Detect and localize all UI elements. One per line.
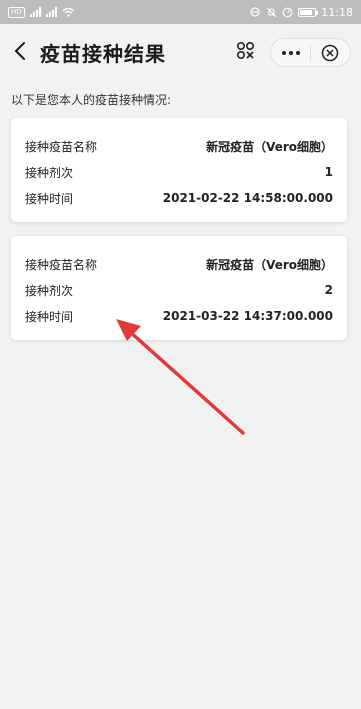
page-title: 疫苗接种结果 xyxy=(40,42,166,66)
intro-text: 以下是您本人的疫苗接种情况: xyxy=(11,93,172,107)
chevron-left-icon[interactable] xyxy=(10,40,32,62)
nfc-icon xyxy=(250,7,260,17)
vaccine-name-value: 新冠疫苗（Vero细胞） xyxy=(206,139,333,154)
hd-icon: HD xyxy=(8,6,25,18)
signal-icon-2 xyxy=(45,7,57,17)
battery-icon xyxy=(298,7,319,17)
mini-program-capsule xyxy=(270,38,351,67)
dose-row: 接种剂次 1 xyxy=(25,163,333,181)
status-right: 11:18 xyxy=(249,6,353,19)
close-circle-icon[interactable] xyxy=(311,39,350,66)
data-saver-icon xyxy=(282,7,293,17)
dose-label: 接种剂次 xyxy=(25,165,74,180)
vaccination-time-label: 接种时间 xyxy=(25,191,74,206)
status-left: HD xyxy=(8,6,75,18)
vaccination-record-card: 接种疫苗名称 新冠疫苗（Vero细胞） 接种剂次 2 接种时间 2021-03-… xyxy=(11,236,347,340)
signal-icon xyxy=(29,7,41,17)
wifi-icon xyxy=(62,7,75,17)
vaccination-record-card: 接种疫苗名称 新冠疫苗（Vero细胞） 接种剂次 1 接种时间 2021-02-… xyxy=(11,118,347,222)
status-bar: HD 11:18 xyxy=(0,0,361,24)
status-time: 11:18 xyxy=(321,5,353,19)
vaccine-name-label: 接种疫苗名称 xyxy=(25,257,98,272)
vaccination-time-label: 接种时间 xyxy=(25,309,74,324)
nav-bar: 疫苗接种结果 xyxy=(0,24,361,80)
vaccine-name-row: 接种疫苗名称 新冠疫苗（Vero细胞） xyxy=(25,137,333,155)
dose-value: 2 xyxy=(324,283,333,297)
dose-row: 接种剂次 2 xyxy=(25,281,333,299)
vaccination-time-value: 2021-03-22 14:37:00.000 xyxy=(162,309,333,323)
vaccination-time-value: 2021-02-22 14:58:00.000 xyxy=(162,191,333,205)
more-dots-icon[interactable] xyxy=(271,39,310,66)
dose-value: 1 xyxy=(324,165,333,179)
vaccination-time-row: 接种时间 2021-02-22 14:58:00.000 xyxy=(25,189,333,207)
scan-code-icon[interactable] xyxy=(235,40,257,62)
vaccine-name-value: 新冠疫苗（Vero细胞） xyxy=(206,257,333,272)
vaccine-name-row: 接种疫苗名称 新冠疫苗（Vero细胞） xyxy=(25,255,333,273)
dose-label: 接种剂次 xyxy=(25,283,74,298)
mute-icon xyxy=(266,7,277,17)
vaccination-time-row: 接种时间 2021-03-22 14:37:00.000 xyxy=(25,307,333,325)
vaccine-name-label: 接种疫苗名称 xyxy=(25,139,98,154)
